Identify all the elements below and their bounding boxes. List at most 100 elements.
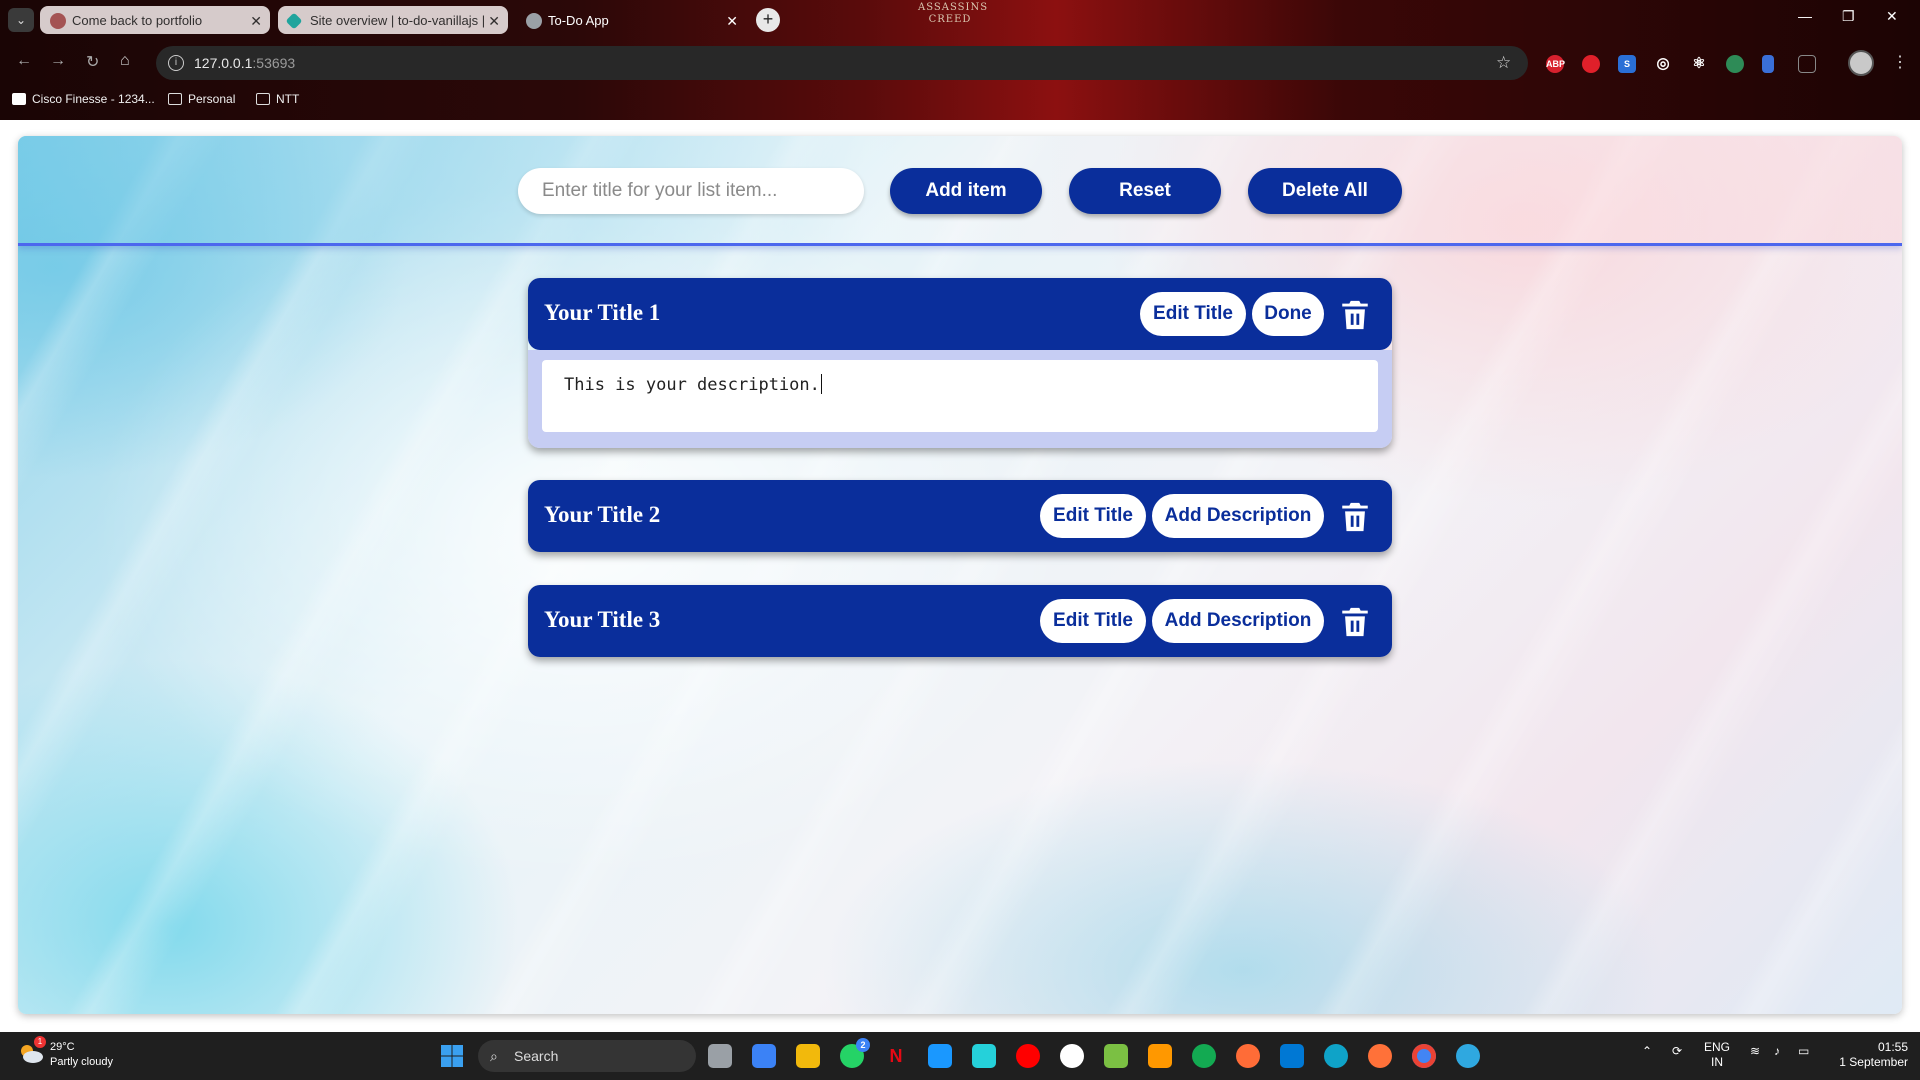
weather-desc: Partly cloudy [50, 1056, 113, 1068]
postman-icon[interactable] [1236, 1044, 1260, 1068]
bookmark-star-icon[interactable]: ☆ [1496, 46, 1511, 80]
windows-start-icon[interactable] [440, 1044, 464, 1068]
bookmark-label: NTT [276, 92, 300, 106]
portfolio-favicon-icon [50, 13, 66, 29]
profile-avatar[interactable] [1848, 50, 1874, 76]
weather-badge: 1 [34, 1036, 46, 1048]
globe-extension-icon[interactable] [1726, 55, 1744, 73]
adblock-plus-icon[interactable]: ABP [1546, 55, 1565, 73]
mongodb-icon[interactable] [1192, 1044, 1216, 1068]
folder-icon [256, 93, 270, 105]
add-description-button[interactable]: Add Description [1152, 494, 1324, 538]
todo-item-header: Your Title 1 Edit Title Done [528, 278, 1392, 350]
close-tab-icon[interactable]: ✕ [488, 6, 500, 34]
prime-video-icon[interactable] [928, 1044, 952, 1068]
forward-icon[interactable]: → [50, 52, 66, 70]
menu-kebab-icon[interactable]: ⋮ [1892, 52, 1908, 72]
app-header: Add item Reset Delete All [18, 136, 1902, 246]
restore-icon[interactable]: ❐ [1842, 8, 1855, 25]
bookmark-label: Personal [188, 92, 236, 106]
sublime-text-icon[interactable] [1148, 1044, 1172, 1068]
target-icon[interactable]: ◎ [1654, 55, 1672, 73]
home-icon[interactable]: ⌂ [120, 52, 130, 70]
delete-all-button[interactable]: Delete All [1248, 168, 1402, 214]
assassins-creed-logo: ASSASSINS CREED [918, 2, 989, 25]
tab-todo-app[interactable]: To-Do App ✕ [516, 6, 746, 36]
battery-icon[interactable]: ▭ [1798, 1044, 1809, 1059]
minimize-icon[interactable]: — [1798, 8, 1812, 24]
todo-item-title: Your Title 1 [544, 300, 661, 325]
edit-title-button[interactable]: Edit Title [1140, 292, 1246, 336]
site-info-icon[interactable]: i [168, 55, 184, 71]
tab-portfolio[interactable]: Come back to portfolio ✕ [40, 6, 270, 34]
task-view-icon[interactable] [708, 1044, 732, 1068]
trash-icon[interactable] [1338, 500, 1372, 534]
description-panel: This is your description. [528, 350, 1392, 448]
cisco-icon [12, 93, 26, 105]
trash-icon[interactable] [1338, 605, 1372, 639]
volume-icon[interactable]: ♪ [1774, 1044, 1780, 1059]
address-bar[interactable]: i 127.0.0.1:53693 ☆ [156, 46, 1528, 80]
s-extension-icon[interactable]: S [1618, 55, 1636, 73]
edit-title-button[interactable]: Edit Title [1040, 494, 1146, 538]
clock-time: 01:55 [1877, 1040, 1908, 1054]
close-tab-icon[interactable]: ✕ [250, 6, 262, 34]
todo-item-title: Your Title 3 [544, 607, 661, 632]
tab-search-button[interactable]: ⌄ [8, 8, 34, 32]
whatsapp-badge: 2 [856, 1038, 870, 1052]
title-input[interactable] [518, 168, 864, 214]
description-text: This is your description. [564, 375, 820, 395]
puzzle-icon[interactable] [1798, 55, 1816, 73]
edit-title-button[interactable]: Edit Title [1040, 599, 1146, 643]
file-explorer-icon[interactable] [796, 1044, 820, 1068]
sync-icon[interactable]: ⟳ [1672, 1044, 1682, 1059]
wifi-icon[interactable]: ≋ [1750, 1044, 1760, 1059]
close-tab-icon[interactable]: ✕ [726, 6, 738, 36]
todo-item: This is your description. Your Title 1 E… [528, 278, 1392, 448]
tab-label: Come back to portfolio [72, 13, 203, 28]
chevron-up-icon[interactable]: ⌃ [1642, 1044, 1652, 1059]
netlify-favicon-icon [285, 12, 303, 30]
language-region: IN [1711, 1055, 1723, 1069]
reset-button[interactable]: Reset [1069, 168, 1221, 214]
microsoft-store-icon[interactable] [752, 1044, 776, 1068]
notepad-icon[interactable] [1104, 1044, 1128, 1068]
youtube-icon[interactable] [1016, 1044, 1040, 1068]
add-description-button[interactable]: Add Description [1152, 599, 1324, 643]
react-devtools-icon[interactable]: ⚛ [1690, 55, 1708, 73]
bookmark-folder-personal[interactable]: Personal [168, 92, 235, 106]
bookmark-cisco-finesse[interactable]: Cisco Finesse - 1234... [12, 92, 155, 106]
folder-icon [168, 93, 182, 105]
clock[interactable]: 01:55 1 September [1830, 1040, 1908, 1070]
done-button[interactable]: Done [1252, 292, 1324, 336]
back-icon[interactable]: ← [16, 52, 32, 70]
trash-icon[interactable] [1338, 298, 1372, 332]
clock-date: 1 September [1839, 1055, 1908, 1069]
edge-icon[interactable] [1324, 1044, 1348, 1068]
netflix-icon[interactable]: N [884, 1044, 908, 1068]
toolbar: ← → ↻ ⌂ i 127.0.0.1:53693 ☆ ABP S ◎ ⚛ ⋮ [0, 46, 1920, 80]
language-primary: ENG [1704, 1040, 1731, 1054]
language-indicator[interactable]: ENG IN [1704, 1040, 1730, 1070]
taskbar-search[interactable]: ⌕ Search [478, 1040, 696, 1072]
amazon-music-icon[interactable] [972, 1044, 996, 1068]
github-icon[interactable] [1060, 1044, 1084, 1068]
tab-label: Site overview | to-do-vanillajs | [310, 13, 486, 28]
bookmark-folder-ntt[interactable]: NTT [256, 92, 299, 106]
reload-icon[interactable]: ↻ [86, 52, 99, 72]
firefox-icon[interactable] [1368, 1044, 1392, 1068]
url-host: 127.0.0.1 [194, 55, 253, 71]
text-caret [820, 374, 822, 394]
stop-icon[interactable] [1582, 55, 1600, 73]
earth-app-icon[interactable] [1456, 1044, 1480, 1068]
vscode-icon[interactable] [1280, 1044, 1304, 1068]
chrome-icon[interactable] [1412, 1044, 1436, 1068]
doc-extension-icon[interactable] [1762, 55, 1774, 73]
new-tab-button[interactable]: + [756, 8, 780, 32]
add-item-button[interactable]: Add item [890, 168, 1042, 214]
tab-label: To-Do App [548, 13, 609, 28]
description-field[interactable]: This is your description. [542, 360, 1378, 432]
tab-site-overview[interactable]: Site overview | to-do-vanillajs | ✕ [278, 6, 508, 34]
todo-app: Add item Reset Delete All This is your d… [18, 136, 1902, 1014]
window-close-icon[interactable]: ✕ [1886, 8, 1898, 25]
